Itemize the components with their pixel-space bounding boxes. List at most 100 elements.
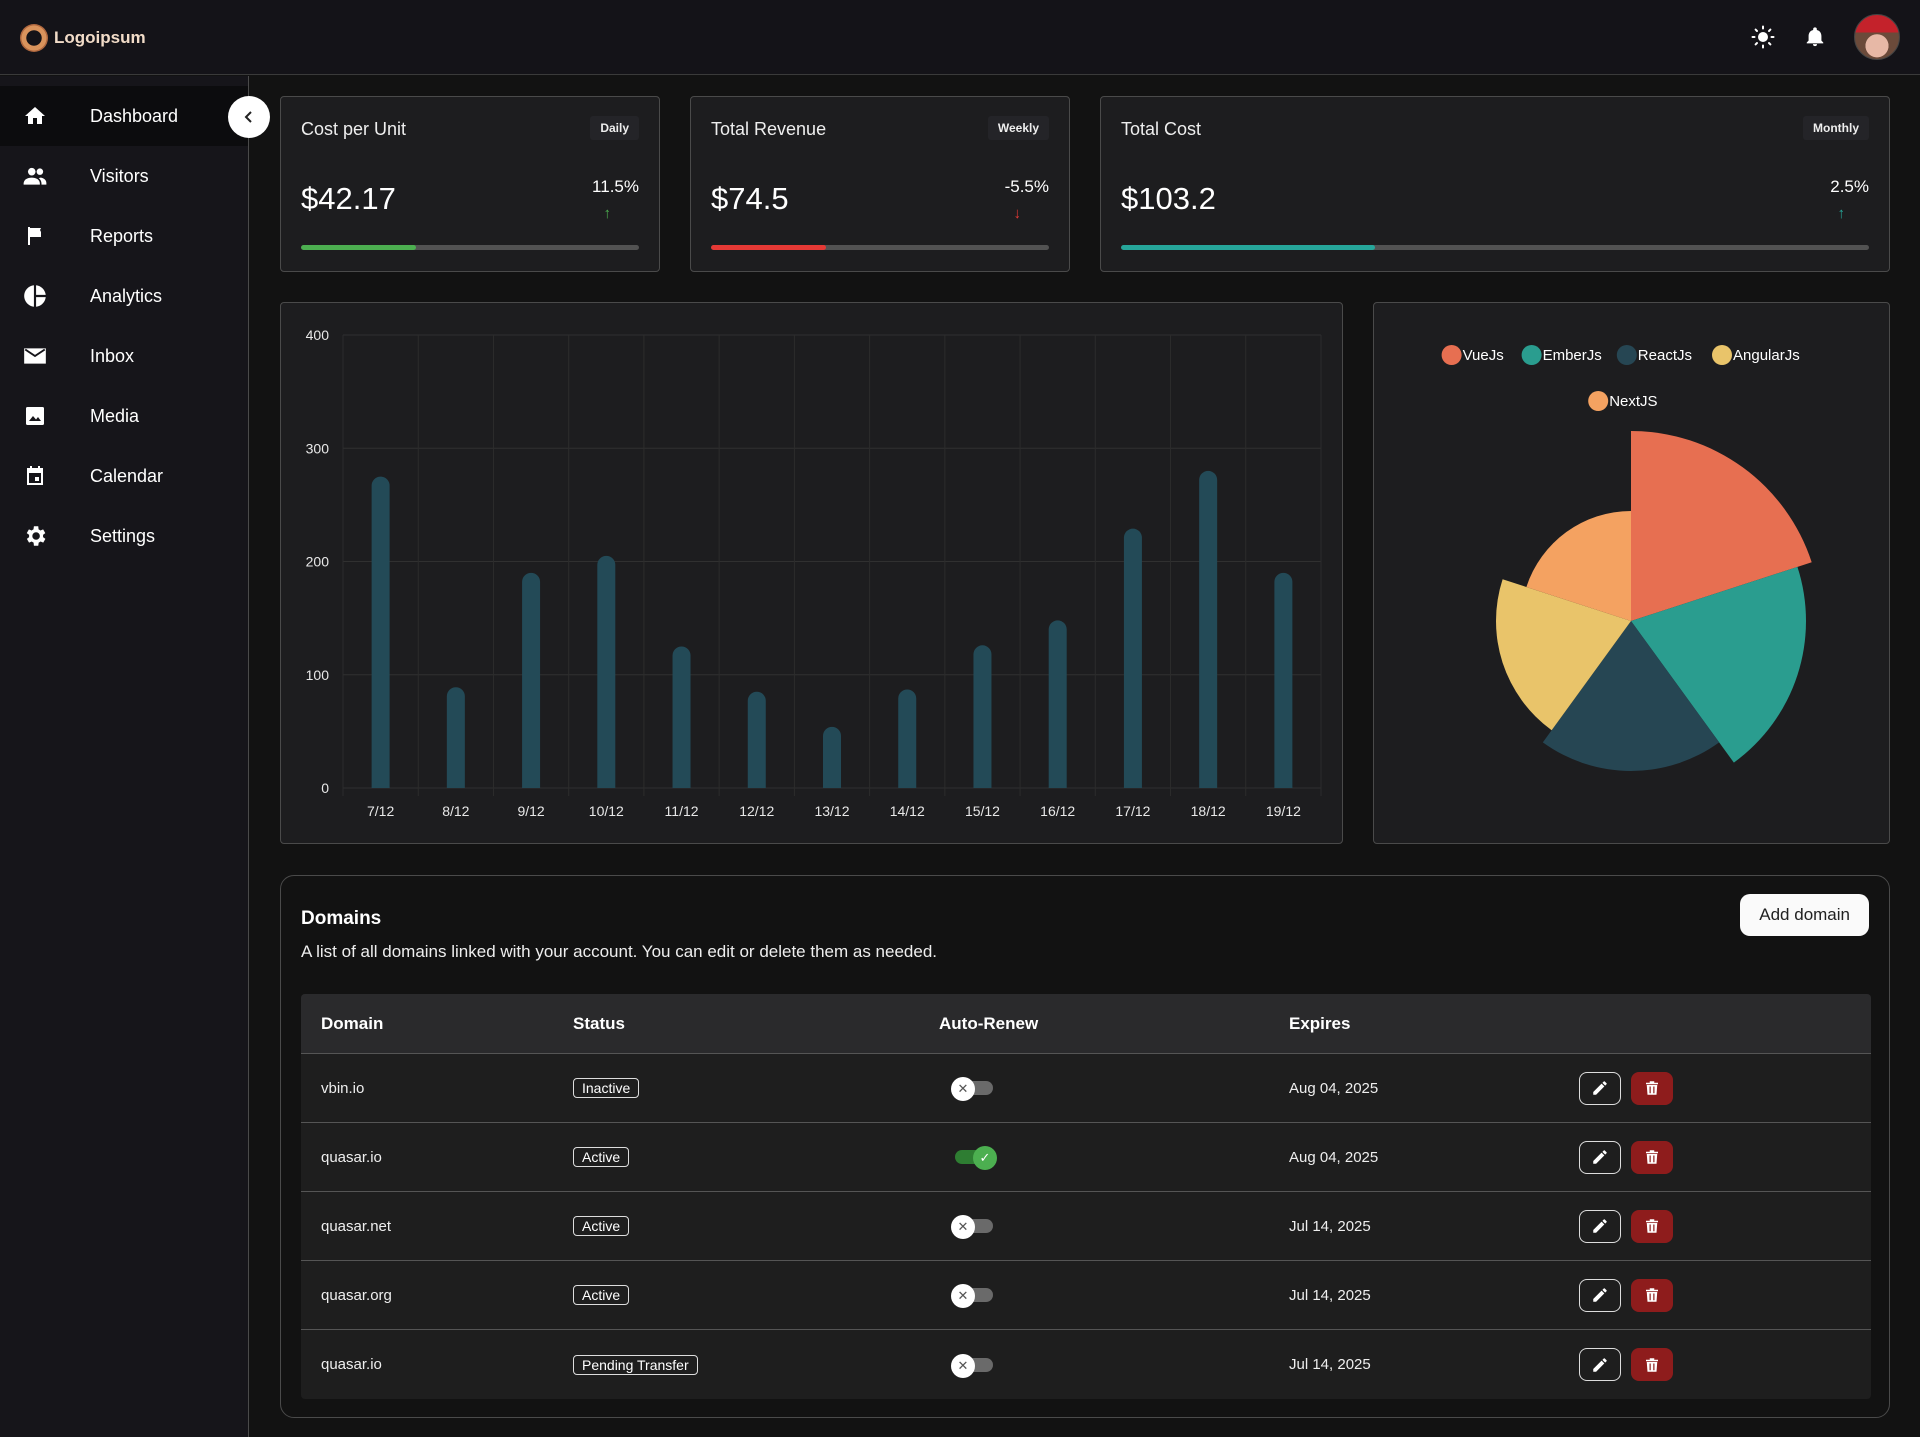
expires-cell: Aug 04, 2025 bbox=[1289, 1080, 1579, 1097]
delete-button[interactable] bbox=[1631, 1348, 1673, 1381]
notification-bell-icon[interactable] bbox=[1802, 24, 1828, 50]
stat-card-total-revenue: Total Revenue Weekly $74.5 -5.5% ↓ bbox=[690, 96, 1070, 272]
domains-card: Domains A list of all domains linked wit… bbox=[280, 875, 1890, 1418]
legend-swatch[interactable] bbox=[1442, 345, 1462, 365]
arrow-down-icon: ↓ bbox=[1014, 205, 1022, 222]
bar[interactable] bbox=[1274, 573, 1292, 788]
legend-swatch[interactable] bbox=[1617, 345, 1637, 365]
status-badge: Inactive bbox=[573, 1078, 639, 1098]
legend-label[interactable]: NextJS bbox=[1609, 393, 1657, 410]
x-icon: ✕ bbox=[951, 1354, 975, 1378]
progress-bar bbox=[301, 245, 639, 250]
bar[interactable] bbox=[823, 727, 841, 788]
polar-chart-card: VueJs EmberJs ReactJs AngularJs NextJS bbox=[1373, 302, 1890, 844]
sidebar-item-visitors[interactable]: Visitors bbox=[0, 146, 248, 206]
stat-change: 2.5% bbox=[1830, 177, 1869, 197]
arrow-up-icon: ↑ bbox=[604, 205, 612, 222]
bar[interactable] bbox=[1124, 529, 1142, 788]
legend-label[interactable]: ReactJs bbox=[1638, 347, 1692, 364]
bar[interactable] bbox=[597, 556, 615, 788]
sidebar-item-inbox[interactable]: Inbox bbox=[0, 326, 248, 386]
legend-swatch[interactable] bbox=[1712, 345, 1732, 365]
auto-renew-toggle[interactable]: ✕ bbox=[951, 1284, 995, 1306]
sidebar-item-calendar[interactable]: Calendar bbox=[0, 446, 248, 506]
domains-description: A list of all domains linked with your a… bbox=[301, 942, 937, 962]
auto-renew-toggle[interactable]: ✓ bbox=[951, 1146, 995, 1168]
sidebar-item-reports[interactable]: Reports bbox=[0, 206, 248, 266]
logo-icon bbox=[20, 24, 48, 52]
collapse-sidebar-button[interactable] bbox=[228, 96, 270, 138]
status-badge: Active bbox=[573, 1216, 629, 1236]
progress-bar bbox=[711, 245, 1049, 250]
stat-title: Cost per Unit bbox=[301, 119, 406, 140]
column-header-domain[interactable]: Domain bbox=[301, 1014, 573, 1034]
edit-button[interactable] bbox=[1579, 1210, 1621, 1243]
column-header-auto-renew[interactable]: Auto-Renew bbox=[939, 1014, 1289, 1034]
sidebar-item-dashboard[interactable]: Dashboard bbox=[0, 86, 248, 146]
y-tick-label: 100 bbox=[306, 667, 330, 683]
legend-label[interactable]: EmberJs bbox=[1543, 347, 1602, 364]
trash-icon bbox=[1643, 1217, 1661, 1235]
edit-button[interactable] bbox=[1579, 1348, 1621, 1381]
y-tick-label: 300 bbox=[306, 440, 330, 456]
bar[interactable] bbox=[748, 692, 766, 788]
x-tick-label: 12/12 bbox=[739, 803, 774, 819]
theme-sun-icon[interactable] bbox=[1750, 24, 1776, 50]
edit-button[interactable] bbox=[1579, 1072, 1621, 1105]
legend-label[interactable]: VueJs bbox=[1463, 347, 1504, 364]
x-tick-label: 7/12 bbox=[367, 803, 394, 819]
x-tick-label: 19/12 bbox=[1266, 803, 1301, 819]
x-icon: ✕ bbox=[951, 1077, 975, 1101]
sidebar-item-label: Analytics bbox=[90, 286, 162, 307]
column-header-status[interactable]: Status bbox=[573, 1014, 939, 1034]
status-badge: Active bbox=[573, 1147, 629, 1167]
auto-renew-toggle[interactable]: ✕ bbox=[951, 1354, 995, 1376]
sidebar-item-analytics[interactable]: Analytics bbox=[0, 266, 248, 326]
bar[interactable] bbox=[1049, 620, 1067, 788]
legend-label[interactable]: AngularJs bbox=[1733, 347, 1800, 364]
sidebar-item-label: Reports bbox=[90, 226, 153, 247]
bar[interactable] bbox=[522, 573, 540, 788]
legend-swatch[interactable] bbox=[1522, 345, 1542, 365]
sidebar-item-settings[interactable]: Settings bbox=[0, 506, 248, 566]
logo[interactable]: Logoipsum bbox=[20, 24, 146, 52]
delete-button[interactable] bbox=[1631, 1141, 1673, 1174]
delete-button[interactable] bbox=[1631, 1210, 1673, 1243]
user-avatar[interactable] bbox=[1854, 14, 1900, 60]
auto-renew-toggle[interactable]: ✕ bbox=[951, 1077, 995, 1099]
polar-area-chart: VueJs EmberJs ReactJs AngularJs NextJS bbox=[1374, 303, 1891, 845]
x-tick-label: 17/12 bbox=[1115, 803, 1150, 819]
domain-cell: quasar.io bbox=[301, 1356, 573, 1373]
period-badge: Monthly bbox=[1803, 116, 1869, 140]
arrow-up-icon: ↑ bbox=[1838, 205, 1846, 222]
edit-button[interactable] bbox=[1579, 1279, 1621, 1312]
bar[interactable] bbox=[372, 477, 390, 788]
bar[interactable] bbox=[447, 687, 465, 788]
add-domain-button[interactable]: Add domain bbox=[1740, 894, 1869, 936]
auto-renew-toggle[interactable]: ✕ bbox=[951, 1215, 995, 1237]
bar[interactable] bbox=[898, 689, 916, 788]
bar[interactable] bbox=[673, 646, 691, 788]
trash-icon bbox=[1643, 1356, 1661, 1374]
stat-card-total-cost: Total Cost Monthly $103.2 2.5% ↑ bbox=[1100, 96, 1890, 272]
sidebar-item-media[interactable]: Media bbox=[0, 386, 248, 446]
domain-cell: quasar.io bbox=[301, 1149, 573, 1166]
legend-swatch[interactable] bbox=[1588, 391, 1608, 411]
column-header-expires[interactable]: Expires bbox=[1289, 1014, 1579, 1034]
logo-text: Logoipsum bbox=[54, 28, 146, 48]
x-tick-label: 10/12 bbox=[589, 803, 624, 819]
bar[interactable] bbox=[973, 645, 991, 788]
pencil-icon bbox=[1591, 1286, 1609, 1304]
expires-cell: Jul 14, 2025 bbox=[1289, 1287, 1579, 1304]
progress-bar bbox=[1121, 245, 1869, 250]
edit-button[interactable] bbox=[1579, 1141, 1621, 1174]
bar[interactable] bbox=[1199, 471, 1217, 788]
stat-title: Total Cost bbox=[1121, 119, 1201, 140]
delete-button[interactable] bbox=[1631, 1072, 1673, 1105]
delete-button[interactable] bbox=[1631, 1279, 1673, 1312]
pencil-icon bbox=[1591, 1217, 1609, 1235]
domains-table: Domain Status Auto-Renew Expires vbin.io… bbox=[301, 994, 1871, 1399]
gear-icon bbox=[0, 523, 70, 549]
y-tick-label: 200 bbox=[306, 554, 330, 570]
table-header: Domain Status Auto-Renew Expires bbox=[301, 994, 1871, 1054]
